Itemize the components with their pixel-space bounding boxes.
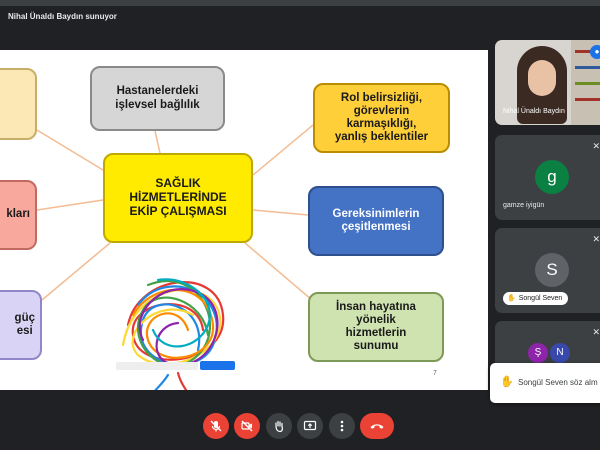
present-button[interactable]: [297, 413, 323, 439]
center-line3: EKİP ÇALIŞMASI: [129, 203, 227, 218]
raise-hand-button[interactable]: [266, 413, 292, 439]
node-hastane-line2: işlevsel bağlılık: [115, 98, 200, 111]
left-node-2-text: kları: [6, 208, 30, 221]
notification-text: Songül Seven söz alm: [518, 378, 598, 387]
participant-name-pill: ✋ Songül Seven: [503, 292, 569, 305]
participant-name: Songül Seven: [518, 295, 563, 302]
node-rol-line2: görevlerin: [353, 104, 410, 117]
node-insan: İnsan hayatına yönelik hizmetlerin sunum…: [308, 292, 444, 362]
camera-off-icon: [241, 420, 253, 432]
phone-hangup-icon: [370, 424, 384, 429]
participant-tile-gamze[interactable]: ✕ g gamze iyigün: [495, 135, 600, 220]
hand-raise-icon: ✋: [500, 376, 514, 388]
node-hastane-line1: Hastanelerdeki: [116, 85, 199, 98]
node-gereksinim: Gereksinimlerin çeşitlenmesi: [308, 186, 444, 256]
present-icon: [303, 420, 317, 431]
more-vert-icon: [340, 420, 344, 432]
node-rol-line4: yanlış beklentiler: [334, 131, 429, 144]
node-rol: Rol belirsizliği, görevlerin karmaşıklığ…: [313, 83, 450, 153]
left-node-1: [0, 68, 37, 140]
participant-name: Nihal Ünaldı Baydın: [503, 108, 565, 115]
left-node-2: kları: [0, 180, 37, 250]
mic-off-button[interactable]: [203, 413, 229, 439]
left-node-3: güç esi: [0, 290, 42, 360]
avatar: N: [550, 343, 570, 363]
node-rol-line1: Rol belirsizliği,: [340, 91, 423, 104]
mic-muted-icon: ✕: [592, 327, 600, 337]
hand-icon: [275, 420, 283, 433]
left-node-3-line2: esi: [16, 325, 33, 337]
hand-icon: ✋: [507, 295, 516, 302]
node-insan-line3: hizmetlerin: [345, 327, 407, 339]
mic-off-icon: [210, 420, 222, 432]
center-line2: HİZMETLERİNDE: [129, 190, 227, 205]
center-node: SAĞLIK HİZMETLERİNDE EKİP ÇALIŞMASI: [103, 153, 253, 243]
image-caption-bar: [116, 362, 198, 370]
node-insan-line1: İnsan hayatına: [336, 300, 416, 313]
node-insan-line4: sunumu: [353, 340, 399, 353]
leave-call-button[interactable]: [360, 413, 394, 439]
avatar: g: [535, 160, 569, 194]
speaking-indicator-icon: ●: [590, 45, 600, 59]
node-rol-line3: karmaşıklığı,: [346, 118, 417, 130]
mic-muted-icon: ✕: [592, 234, 600, 244]
participant-name: gamze iyigün: [503, 202, 545, 209]
raise-hand-notification[interactable]: ✋ Songül Seven söz alm: [490, 363, 600, 403]
shared-slide: kları güç esi Hastanelerdeki işlevsel ba…: [0, 50, 488, 390]
left-node-3-line1: güç: [14, 311, 35, 324]
slide-page-number: 7: [433, 370, 437, 377]
node-gereksinim-line2: çeşitlenmesi: [341, 221, 411, 233]
presenter-label: Nihal Ünaldı Baydın sunuyor: [8, 12, 117, 21]
call-controls: [0, 405, 600, 450]
node-hastane: Hastanelerdeki işlevsel bağlılık: [90, 66, 225, 131]
image-caption-button: [200, 361, 235, 370]
avatar: S: [535, 253, 569, 287]
participant-video-face: [528, 60, 556, 96]
mic-muted-icon: ✕: [592, 141, 600, 151]
participant-tile-presenter[interactable]: ● Nihal Ünaldı Baydın: [495, 40, 600, 125]
camera-off-button[interactable]: [234, 413, 260, 439]
node-insan-line2: yönelik: [356, 313, 396, 326]
avatar: Ş: [528, 343, 548, 363]
participant-tile-songul[interactable]: ✕ S ✋ Songül Seven: [495, 228, 600, 313]
node-gereksinim-line1: Gereksinimlerin: [332, 207, 420, 220]
presenter-bar: Nihal Ünaldı Baydın sunuyor: [0, 6, 490, 30]
more-options-button[interactable]: [329, 413, 355, 439]
